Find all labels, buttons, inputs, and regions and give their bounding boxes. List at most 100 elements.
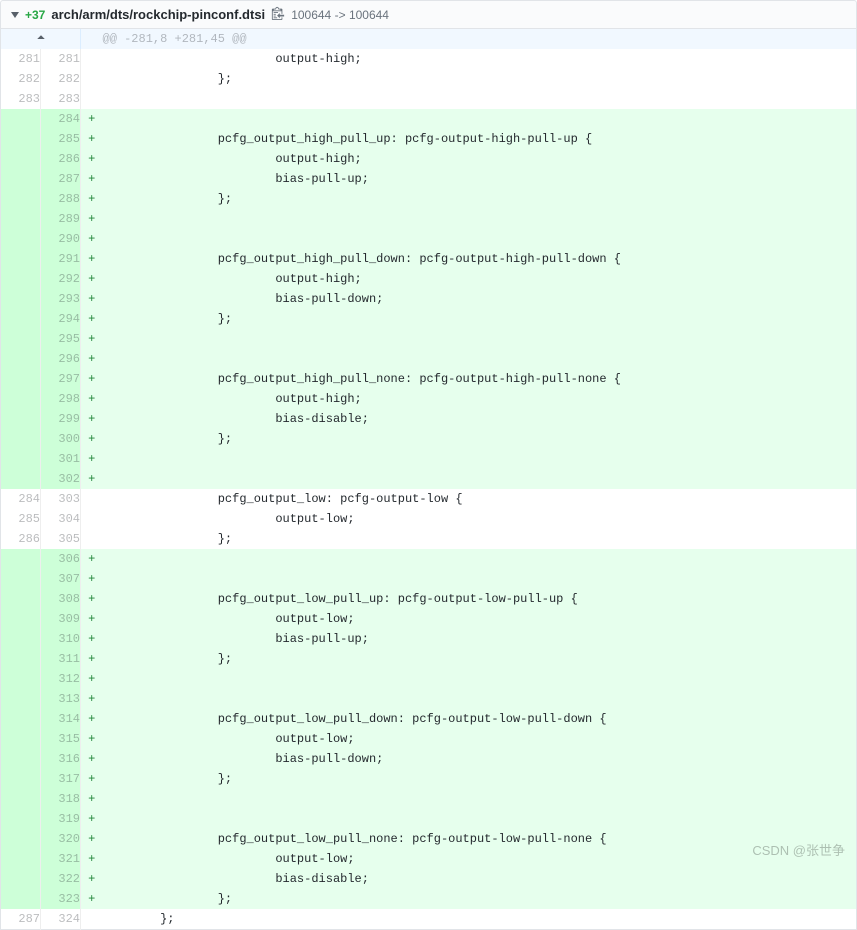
new-line-number[interactable]: 293	[41, 289, 81, 309]
new-line-number[interactable]: 291	[41, 249, 81, 269]
new-line-number[interactable]: 313	[41, 689, 81, 709]
new-line-number[interactable]: 296	[41, 349, 81, 369]
old-line-number[interactable]: 282	[1, 69, 41, 89]
old-line-number[interactable]	[1, 609, 41, 629]
old-line-number[interactable]	[1, 849, 41, 869]
new-line-number[interactable]: 299	[41, 409, 81, 429]
expand-up-row[interactable]: @@ -281,8 +281,45 @@	[1, 29, 857, 49]
old-line-number[interactable]	[1, 549, 41, 569]
new-line-number[interactable]: 288	[41, 189, 81, 209]
old-line-number[interactable]: 287	[1, 909, 41, 930]
new-line-number[interactable]: 319	[41, 809, 81, 829]
old-line-number[interactable]	[1, 409, 41, 429]
new-line-number[interactable]: 304	[41, 509, 81, 529]
new-line-number[interactable]: 284	[41, 109, 81, 129]
new-line-number[interactable]: 281	[41, 49, 81, 69]
new-line-number[interactable]: 305	[41, 529, 81, 549]
new-line-number[interactable]: 320	[41, 829, 81, 849]
old-line-number[interactable]	[1, 389, 41, 409]
new-line-number[interactable]: 318	[41, 789, 81, 809]
new-line-number[interactable]: 286	[41, 149, 81, 169]
new-line-number[interactable]: 310	[41, 629, 81, 649]
file-path[interactable]: arch/arm/dts/rockchip-pinconf.dtsi	[51, 7, 265, 22]
old-line-number[interactable]	[1, 889, 41, 909]
new-line-number[interactable]: 302	[41, 469, 81, 489]
old-line-number[interactable]	[1, 429, 41, 449]
new-line-number[interactable]: 308	[41, 589, 81, 609]
old-line-number[interactable]	[1, 769, 41, 789]
old-line-number[interactable]	[1, 329, 41, 349]
old-line-number[interactable]	[1, 869, 41, 889]
old-line-number[interactable]	[1, 709, 41, 729]
diff-marker: +	[81, 409, 103, 429]
new-line-number[interactable]: 283	[41, 89, 81, 109]
new-line-number[interactable]: 303	[41, 489, 81, 509]
old-line-number[interactable]	[1, 689, 41, 709]
old-line-number[interactable]	[1, 729, 41, 749]
old-line-number[interactable]	[1, 109, 41, 129]
copy-path-icon[interactable]	[271, 6, 285, 23]
old-line-number[interactable]	[1, 469, 41, 489]
old-line-number[interactable]	[1, 309, 41, 329]
new-line-number[interactable]: 323	[41, 889, 81, 909]
old-line-number[interactable]	[1, 369, 41, 389]
old-line-number[interactable]	[1, 669, 41, 689]
new-line-number[interactable]: 311	[41, 649, 81, 669]
new-line-number[interactable]: 316	[41, 749, 81, 769]
new-line-number[interactable]: 309	[41, 609, 81, 629]
old-line-number[interactable]	[1, 209, 41, 229]
old-line-number[interactable]	[1, 129, 41, 149]
new-line-number[interactable]: 287	[41, 169, 81, 189]
old-line-number[interactable]	[1, 249, 41, 269]
diff-marker: +	[81, 649, 103, 669]
new-line-number[interactable]: 294	[41, 309, 81, 329]
old-line-number[interactable]	[1, 149, 41, 169]
old-line-number[interactable]	[1, 169, 41, 189]
old-line-number[interactable]: 286	[1, 529, 41, 549]
old-line-number[interactable]: 281	[1, 49, 41, 69]
diff-row: 297+ pcfg_output_high_pull_none: pcfg-ou…	[1, 369, 857, 389]
new-line-number[interactable]: 301	[41, 449, 81, 469]
new-line-number[interactable]: 324	[41, 909, 81, 930]
collapse-caret-icon[interactable]	[11, 12, 19, 18]
old-line-number[interactable]	[1, 349, 41, 369]
old-line-number[interactable]	[1, 189, 41, 209]
new-line-number[interactable]: 321	[41, 849, 81, 869]
new-line-number[interactable]: 282	[41, 69, 81, 89]
new-line-number[interactable]: 292	[41, 269, 81, 289]
new-line-number[interactable]: 312	[41, 669, 81, 689]
old-line-number[interactable]: 284	[1, 489, 41, 509]
diff-marker	[81, 49, 103, 69]
old-line-number[interactable]	[1, 829, 41, 849]
new-line-number[interactable]: 298	[41, 389, 81, 409]
old-line-number[interactable]: 285	[1, 509, 41, 529]
old-line-number[interactable]	[1, 269, 41, 289]
new-line-number[interactable]: 307	[41, 569, 81, 589]
new-line-number[interactable]: 317	[41, 769, 81, 789]
old-line-number[interactable]	[1, 629, 41, 649]
old-line-number[interactable]	[1, 789, 41, 809]
old-line-number[interactable]: 283	[1, 89, 41, 109]
old-line-number[interactable]	[1, 229, 41, 249]
old-line-number[interactable]	[1, 649, 41, 669]
new-line-number[interactable]: 322	[41, 869, 81, 889]
diff-row: 282282 };	[1, 69, 857, 89]
old-line-number[interactable]	[1, 809, 41, 829]
new-line-number[interactable]: 300	[41, 429, 81, 449]
new-line-number[interactable]: 285	[41, 129, 81, 149]
new-line-number[interactable]: 290	[41, 229, 81, 249]
new-line-number[interactable]: 297	[41, 369, 81, 389]
expand-up-icon[interactable]	[1, 29, 80, 49]
old-line-number[interactable]	[1, 449, 41, 469]
new-line-number[interactable]: 315	[41, 729, 81, 749]
new-line-number[interactable]: 314	[41, 709, 81, 729]
diff-marker: +	[81, 769, 103, 789]
old-line-number[interactable]	[1, 749, 41, 769]
old-line-number[interactable]	[1, 569, 41, 589]
old-line-number[interactable]	[1, 289, 41, 309]
new-line-number[interactable]: 289	[41, 209, 81, 229]
old-line-number[interactable]	[1, 589, 41, 609]
new-line-number[interactable]: 306	[41, 549, 81, 569]
diff-marker: +	[81, 669, 103, 689]
new-line-number[interactable]: 295	[41, 329, 81, 349]
